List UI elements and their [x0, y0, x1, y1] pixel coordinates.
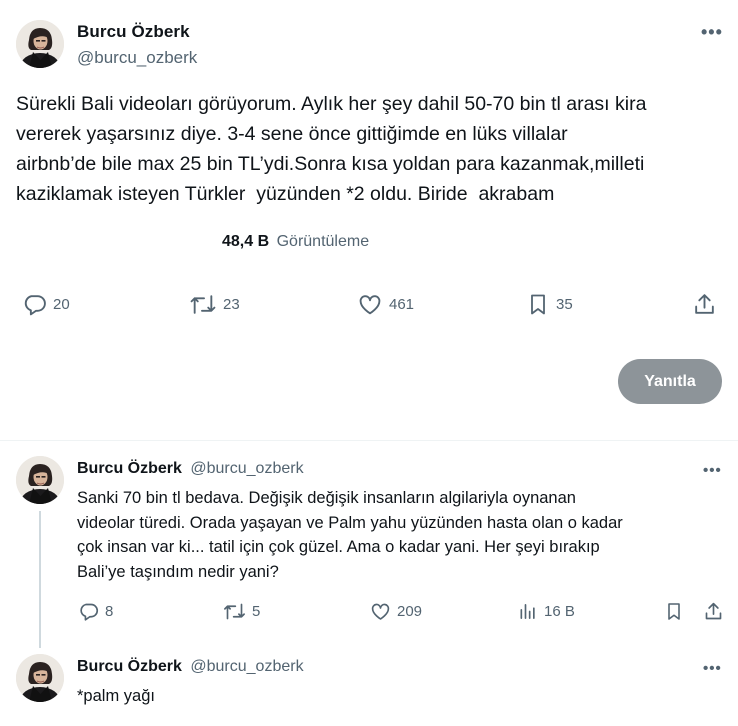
- author-avatar[interactable]: [16, 654, 64, 702]
- like-action[interactable]: 461: [357, 292, 414, 317]
- tweet-actions: 20 23 461 35: [0, 292, 738, 322]
- analytics-icon: [520, 604, 535, 619]
- reply-tweet: Burcu Özberk @burcu_ozberk ••• *palm yağ…: [0, 654, 738, 726]
- repost-count: 5: [252, 603, 261, 620]
- like-count: 209: [397, 603, 423, 620]
- reply-count: 8: [105, 603, 114, 620]
- main-tweet: Burcu Özberk @burcu_ozberk ••• Sürekli B…: [0, 0, 738, 440]
- share-action[interactable]: [703, 601, 724, 622]
- bookmark-icon: [668, 603, 680, 620]
- reply-actions: 8 5 209 16 B: [0, 601, 738, 631]
- reply-text: *palm yağı: [77, 687, 155, 705]
- views-label: Görüntüleme: [276, 233, 370, 250]
- heart-icon: [371, 603, 390, 620]
- repost-icon: [224, 603, 245, 620]
- reply-count: 20: [53, 296, 70, 313]
- avatar-image: [16, 654, 64, 702]
- author-handle[interactable]: @burcu_ozberk: [77, 48, 197, 68]
- share-icon: [705, 602, 722, 620]
- reply-action[interactable]: 8: [78, 601, 113, 622]
- author-handle[interactable]: @burcu_ozberk: [190, 460, 303, 477]
- like-action[interactable]: 209: [370, 601, 422, 622]
- reply-tweet: Burcu Özberk @burcu_ozberk ••• Sanki 70 …: [0, 456, 738, 646]
- bookmark-count: 35: [556, 296, 573, 313]
- tweet-text: Sürekli Bali videoları görüyorum. Aylık …: [16, 93, 647, 205]
- reply-action[interactable]: 20: [22, 292, 70, 317]
- share-action[interactable]: [692, 292, 717, 317]
- repost-action[interactable]: 5: [223, 601, 260, 622]
- reply-header: Burcu Özberk @burcu_ozberk: [77, 658, 304, 676]
- views-count: 16 B: [544, 603, 575, 620]
- share-icon: [695, 294, 714, 314]
- bookmark-icon: [531, 294, 545, 315]
- reply-text: Sanki 70 bin tl bedava. Değişik değişik …: [77, 489, 623, 581]
- divider: [0, 440, 738, 441]
- bookmark-action[interactable]: [664, 601, 684, 622]
- reply-bubble-icon: [24, 295, 46, 316]
- reply-header: Burcu Özberk @burcu_ozberk: [77, 460, 304, 478]
- views-stat[interactable]: 48,4 B Görüntüleme: [222, 233, 369, 251]
- author-avatar[interactable]: [16, 456, 64, 504]
- author-handle[interactable]: @burcu_ozberk: [190, 658, 303, 675]
- views-count: 48,4 B: [222, 233, 270, 250]
- more-horizontal-icon[interactable]: •••: [701, 23, 723, 41]
- avatar-image: [16, 20, 64, 68]
- heart-icon: [359, 295, 381, 315]
- like-count: 461: [389, 296, 415, 313]
- author-avatar[interactable]: [16, 20, 64, 68]
- reply-button[interactable]: Yanıtla: [618, 359, 722, 404]
- repost-icon: [190, 295, 216, 314]
- more-horizontal-icon[interactable]: •••: [703, 661, 722, 676]
- views-action[interactable]: 16 B: [518, 601, 575, 622]
- bookmark-action[interactable]: 35: [526, 292, 573, 317]
- thread-connector-line: [39, 511, 41, 648]
- more-horizontal-icon[interactable]: •••: [703, 463, 722, 478]
- author-name[interactable]: Burcu Özberk: [77, 658, 182, 675]
- author-name[interactable]: Burcu Özberk: [77, 22, 190, 42]
- reply-bubble-icon: [80, 603, 99, 621]
- author-name[interactable]: Burcu Özberk: [77, 460, 182, 477]
- repost-action[interactable]: 23: [189, 292, 240, 317]
- repost-count: 23: [223, 296, 240, 313]
- avatar-image: [16, 456, 64, 504]
